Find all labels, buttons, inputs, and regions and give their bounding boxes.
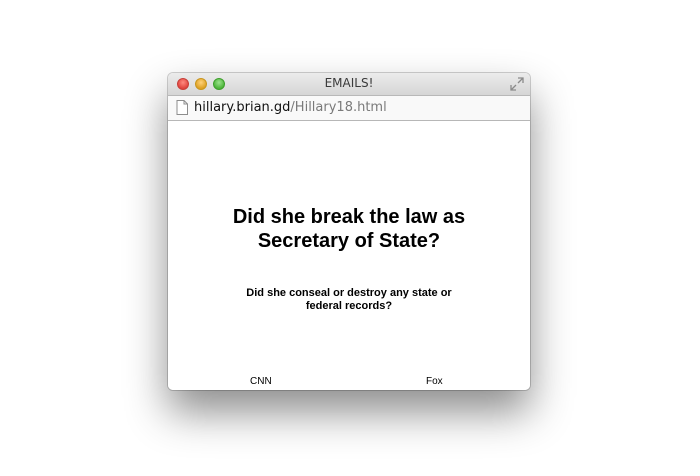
page-headline: Did she break the law as Secretary of St…	[232, 206, 466, 252]
url-field[interactable]: hillary.brian.gd/Hillary18.html	[194, 100, 387, 115]
fullscreen-icon[interactable]	[510, 77, 524, 91]
document-icon	[176, 100, 188, 115]
page-subheadline: Did she conseal or destroy any state or …	[246, 287, 452, 312]
desktop: EMAILS! hillary.brian.gd/Hillary18.html …	[0, 0, 700, 476]
url-host: hillary.brian.gd	[194, 100, 291, 115]
address-bar[interactable]: hillary.brian.gd/Hillary18.html	[168, 96, 530, 121]
page-content: Did she break the law as Secretary of St…	[168, 121, 530, 390]
url-path: /Hillary18.html	[290, 100, 387, 115]
browser-window: EMAILS! hillary.brian.gd/Hillary18.html …	[168, 73, 530, 390]
title-bar[interactable]: EMAILS!	[168, 73, 530, 96]
cnn-link[interactable]: CNN	[250, 376, 272, 387]
fox-link[interactable]: Fox	[426, 376, 443, 387]
window-title: EMAILS!	[324, 76, 374, 90]
